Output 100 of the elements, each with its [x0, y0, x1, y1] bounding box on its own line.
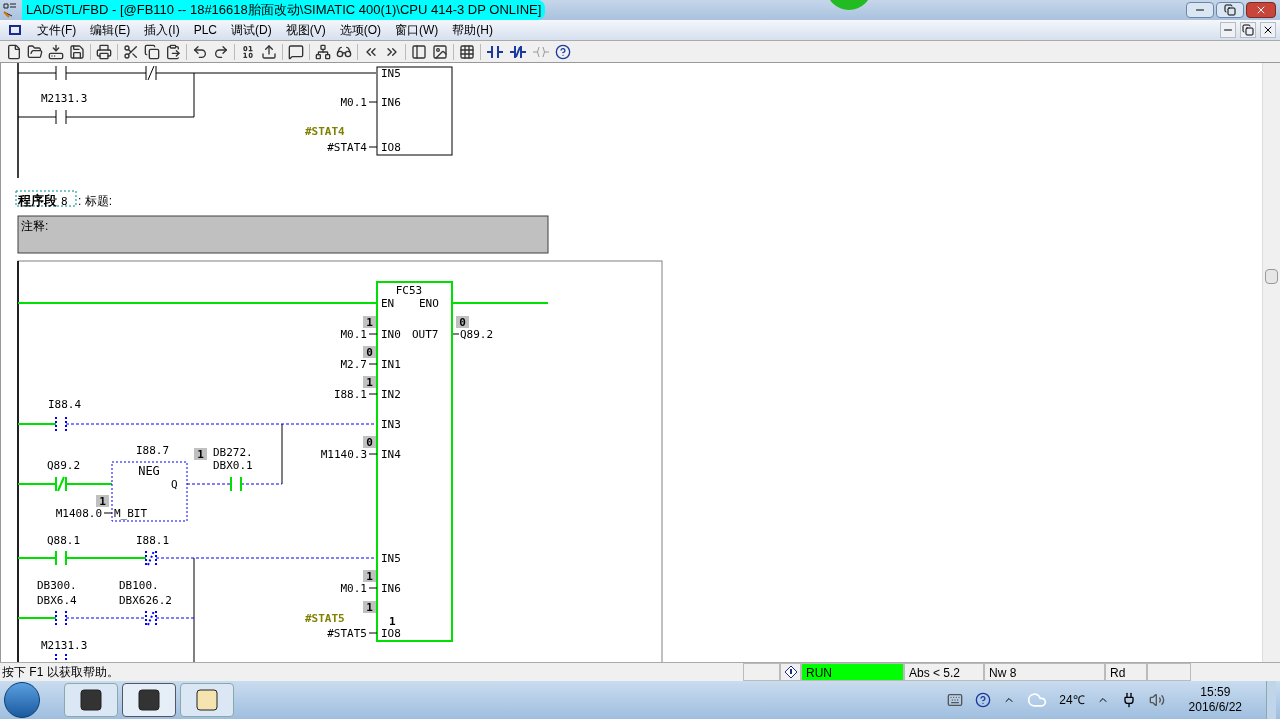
- slashed-contact-icon[interactable]: [509, 43, 527, 60]
- access-indicator: Rd: [1105, 663, 1147, 681]
- upload-icon[interactable]: [261, 43, 277, 60]
- pin-label: IN0: [381, 328, 401, 341]
- pin-operand: Q89.2: [460, 328, 494, 341]
- pin-operand: M0.1: [340, 96, 367, 109]
- window-title: LAD/STL/FBD - [@FB110 -- 18#16618胎面改动\SIMATIC 400(1)\CPU 414-3 DP ONLINE]: [22, 0, 546, 20]
- menu-item[interactable]: 帮助(H): [445, 21, 500, 39]
- app-icon: [79, 688, 103, 712]
- network-title-label: : 标题:: [78, 194, 112, 208]
- menu-item[interactable]: 插入(I): [137, 21, 187, 39]
- taskbar-app-button[interactable]: [64, 683, 118, 717]
- comment-field[interactable]: [17, 215, 549, 254]
- taskbar-app-button[interactable]: [122, 683, 176, 717]
- scrollbar[interactable]: [1262, 63, 1280, 662]
- contact-icon[interactable]: [486, 43, 504, 60]
- symbol-name: #STAT4: [305, 125, 345, 138]
- clock-time[interactable]: 15:59: [1200, 685, 1231, 700]
- pin-operand: M2.7: [340, 358, 367, 371]
- temperature: 24℃: [1059, 692, 1085, 709]
- redo-icon[interactable]: [213, 43, 229, 60]
- comment-label: 注释:: [21, 219, 49, 233]
- pin-label: IN6: [381, 96, 401, 109]
- pin-label: IN1: [381, 358, 401, 371]
- status-value: 0: [456, 316, 469, 329]
- scrollbar-thumb[interactable]: [1265, 269, 1278, 284]
- copy-icon[interactable]: [144, 43, 160, 60]
- pin-operand: #STAT4: [327, 141, 367, 154]
- help-icon[interactable]: [975, 692, 992, 708]
- help-icon[interactable]: [555, 43, 571, 60]
- app-icon: [195, 688, 219, 712]
- new-file-icon[interactable]: [6, 43, 22, 60]
- menu-item[interactable]: 文件(F): [30, 21, 84, 39]
- restore-icon: [1242, 24, 1254, 36]
- keyboard-icon[interactable]: [947, 692, 964, 708]
- pin-label: IN5: [381, 552, 401, 565]
- close-button[interactable]: [1246, 2, 1276, 18]
- pin-label: Q: [171, 478, 178, 491]
- address-indicator: Abs < 5.2: [904, 663, 984, 681]
- close-icon: [1262, 24, 1274, 36]
- status-value: 1: [194, 448, 207, 461]
- start-button[interactable]: [4, 682, 40, 718]
- pin-operand: M1408.0: [55, 507, 102, 520]
- grid-icon[interactable]: [459, 43, 475, 60]
- status-value: 1: [363, 316, 376, 329]
- scissors-icon[interactable]: [123, 43, 139, 60]
- speaker-icon[interactable]: [1148, 692, 1165, 708]
- contact-address: DBX6.4: [37, 594, 77, 607]
- pin-label: IN5: [381, 67, 401, 80]
- block-name: FC53: [395, 284, 423, 297]
- menu-item[interactable]: 编辑(E): [83, 21, 138, 39]
- pin-label: ENO: [419, 297, 439, 310]
- minimize-button[interactable]: [1220, 22, 1236, 38]
- contact-address: DB100.: [119, 579, 159, 592]
- menu-item[interactable]: 视图(V): [278, 21, 333, 39]
- contact-address: DBX0.1: [213, 459, 253, 472]
- close-button[interactable]: [1260, 22, 1276, 38]
- binary-icon[interactable]: [240, 43, 256, 60]
- pin-label: IO8: [381, 141, 401, 154]
- status-panel: [1147, 663, 1191, 681]
- status-value: 0: [363, 436, 376, 449]
- close-icon: [1255, 4, 1267, 16]
- download-icon[interactable]: [48, 43, 64, 60]
- pin-label: IN3: [381, 418, 401, 431]
- panel-icon[interactable]: [411, 43, 427, 60]
- menu-item[interactable]: PLC: [186, 21, 224, 39]
- diamond-icon: [784, 666, 797, 678]
- image-icon[interactable]: [432, 43, 448, 60]
- app-icon: [2, 2, 18, 18]
- contact-address: DBX626.2: [119, 594, 172, 607]
- contact-address: DB300.: [37, 579, 77, 592]
- contact-address: DB272.: [213, 446, 253, 459]
- neg-address: I88.7: [136, 444, 170, 457]
- contact-address: I88.1: [136, 534, 170, 547]
- pin-label: IN4: [381, 448, 401, 461]
- clock-date[interactable]: 2016/6/22: [1188, 700, 1242, 715]
- pin-operand: M0.1: [340, 582, 367, 595]
- pin-label: IN2: [381, 388, 401, 401]
- minimize-button[interactable]: [1186, 2, 1214, 18]
- selection-outline: [15, 190, 77, 207]
- save-icon[interactable]: [69, 43, 85, 60]
- network-title[interactable]: 程序段 8: [18, 193, 68, 208]
- printer-icon[interactable]: [96, 43, 112, 60]
- open-folder-icon[interactable]: [27, 43, 43, 60]
- menu-item[interactable]: 调试(D): [224, 21, 279, 39]
- restore-button[interactable]: [1240, 22, 1256, 38]
- pin-label: IO8: [381, 627, 401, 640]
- restore-icon: [1224, 4, 1236, 16]
- neg-label: NEG: [138, 464, 160, 478]
- network-icon[interactable]: [315, 43, 331, 60]
- pin-label: OUT7: [412, 328, 439, 341]
- undo-icon[interactable]: [192, 43, 208, 60]
- paste-icon[interactable]: [165, 43, 181, 60]
- speech-bubble-icon[interactable]: [288, 43, 304, 60]
- menu-item[interactable]: 窗口(W): [388, 21, 446, 39]
- status-value: 1: [363, 376, 376, 389]
- app-icon: [137, 688, 161, 712]
- pin-operand: #STAT5: [327, 627, 367, 640]
- menu-item[interactable]: 选项(O): [332, 21, 388, 39]
- contact-address: Q89.2: [47, 459, 81, 472]
